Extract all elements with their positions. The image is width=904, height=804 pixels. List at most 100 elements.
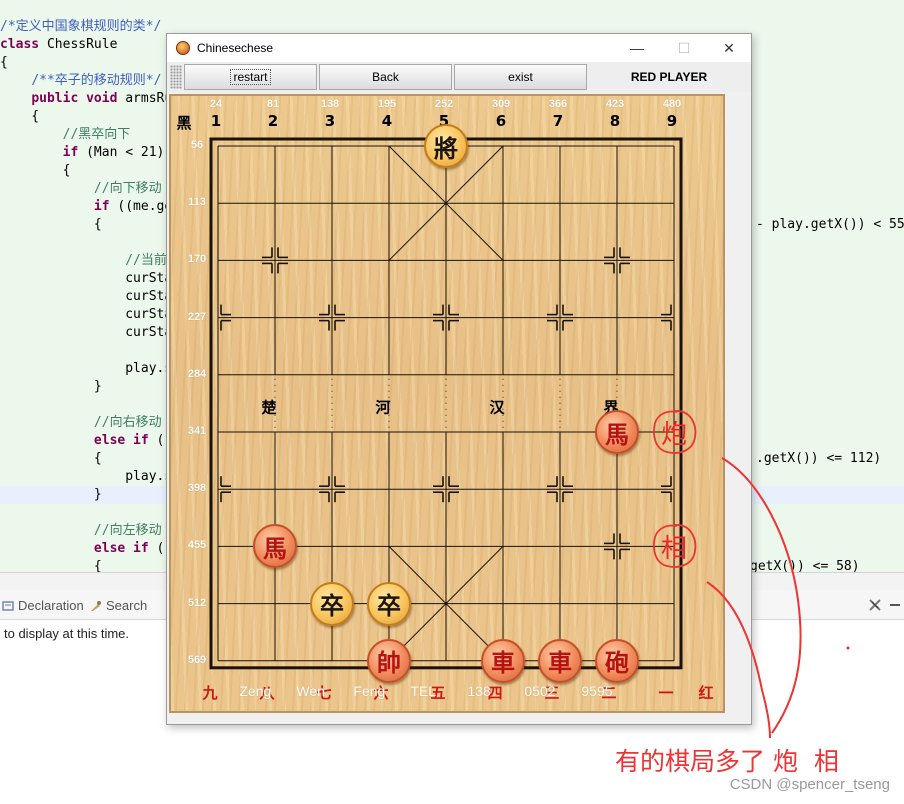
- chess-window[interactable]: Chinesechese — ☐ ✕ restart Back exist RE…: [166, 33, 752, 725]
- code-line-tail: .getX()) <= 112): [756, 451, 882, 466]
- tab-search-label: Search: [106, 598, 148, 613]
- code-token: {: [0, 217, 102, 232]
- chess-piece[interactable]: 帥: [367, 638, 411, 683]
- close-button[interactable]: ✕: [714, 38, 744, 58]
- board-footer-text: 0502: [524, 683, 556, 699]
- declaration-icon: [2, 600, 14, 612]
- tab-declaration-label: Declaration: [18, 598, 84, 613]
- left-coordinate-label: 227: [187, 310, 207, 323]
- code-token: else if: [93, 433, 157, 448]
- code-line: curSta: [0, 270, 172, 288]
- back-button[interactable]: Back: [319, 64, 452, 90]
- river-character: 汉: [489, 398, 505, 417]
- board-grid: [209, 137, 683, 670]
- left-coordinate-label: 113: [188, 196, 206, 209]
- code-line: else if (: [0, 540, 164, 558]
- restart-button[interactable]: restart: [184, 64, 317, 90]
- chess-board[interactable]: 24 81 138 195 252 309 366 423 480 1 2 3 4 5 6 7 8 9 黑 56 113…: [169, 94, 725, 713]
- minimize-button[interactable]: —: [622, 38, 652, 58]
- code-line: //黑卒向下: [0, 126, 131, 144]
- maximize-button[interactable]: ☐: [669, 38, 699, 58]
- code-line: curSta: [0, 324, 172, 342]
- toolbar-grip-icon[interactable]: [170, 65, 182, 89]
- piece-label: 帥: [377, 648, 401, 678]
- chess-piece[interactable]: 炮: [652, 410, 697, 454]
- chess-piece[interactable]: 馬: [253, 524, 297, 569]
- code-token: {: [0, 109, 40, 124]
- chess-piece[interactable]: 砲: [595, 638, 639, 683]
- chess-piece[interactable]: 卒: [310, 581, 354, 626]
- code-token: /*定义中国象棋规则的类*/: [0, 19, 162, 34]
- column-number-red: 九: [202, 684, 218, 702]
- remove-all-icon[interactable]: [868, 598, 882, 612]
- chess-piece[interactable]: 相: [652, 524, 697, 569]
- board-footer-text: Wen: [296, 683, 325, 699]
- chess-piece[interactable]: 將: [424, 124, 468, 168]
- river-character: 楚: [261, 398, 277, 417]
- code-line: /*定义中国象棋规则的类*/: [0, 18, 161, 36]
- left-coordinate-label: 398: [187, 482, 207, 495]
- code-token: curSta: [0, 325, 173, 340]
- tab-search[interactable]: Search: [90, 598, 147, 613]
- code-token: //向右移动: [93, 415, 162, 430]
- code-token: {: [0, 163, 71, 178]
- code-line: /**卒子的移动规则*/: [0, 72, 161, 90]
- code-token: play.s: [0, 469, 173, 484]
- code-token: public void: [31, 91, 126, 106]
- code-line: {: [0, 108, 39, 126]
- window-titlebar[interactable]: Chinesechese — ☐ ✕: [167, 34, 751, 62]
- piece-label: 車: [491, 648, 515, 678]
- minimize-panel-icon[interactable]: [888, 598, 902, 612]
- window-title: Chinesechese: [197, 41, 274, 55]
- top-coordinate-label: 366: [548, 98, 568, 110]
- exist-button[interactable]: exist: [454, 64, 587, 90]
- code-line: }: [0, 378, 102, 396]
- code-line: else if (: [0, 432, 164, 450]
- code-line: //当前: [0, 252, 167, 270]
- top-coordinate-label: 480: [662, 98, 682, 110]
- csdn-watermark: CSDN @spencer_tseng: [729, 776, 890, 793]
- left-coordinate-label: 56: [190, 139, 204, 151]
- piece-label: 馬: [263, 533, 287, 563]
- code-line: //向右移动: [0, 414, 162, 432]
- code-token: }: [0, 487, 102, 502]
- chess-piece[interactable]: 卒: [367, 581, 411, 626]
- board-frame: 24 81 138 195 252 309 366 423 480 1 2 3 4 5 6 7 8 9 黑 56 113…: [168, 94, 725, 714]
- piece-label: 炮: [660, 419, 687, 450]
- chess-piece[interactable]: 車: [538, 638, 582, 683]
- chess-piece[interactable]: 馬: [595, 410, 639, 454]
- column-number: 6: [495, 112, 507, 130]
- search-icon: [90, 600, 102, 612]
- column-number: 1: [210, 112, 222, 130]
- code-line: //向下移动: [0, 180, 162, 198]
- code-token: curSta: [0, 289, 173, 304]
- code-line: {: [0, 162, 71, 180]
- code-line: {: [0, 450, 102, 468]
- code-line: //向左移动: [0, 522, 162, 540]
- piece-label: 卒: [320, 591, 344, 621]
- column-number: 7: [552, 112, 564, 130]
- chess-piece[interactable]: 車: [481, 638, 525, 683]
- code-token: //当前: [125, 253, 167, 268]
- panel-message: to display at this time.: [4, 626, 129, 641]
- column-number: 4: [381, 112, 393, 130]
- annotation-caption: 有的棋局多了 炮 相: [615, 747, 839, 776]
- code-token: ((me.ge: [117, 199, 173, 214]
- top-coordinate-label: 252: [434, 98, 454, 110]
- piece-label: 砲: [605, 648, 629, 678]
- code-line: if ((me.ge: [0, 198, 172, 216]
- column-number: 3: [324, 112, 336, 130]
- code-token: (: [156, 541, 165, 556]
- tab-declaration[interactable]: Declaration: [2, 598, 84, 613]
- board-footer-text: Feng: [353, 683, 386, 699]
- left-coordinate-label: 569: [187, 653, 207, 666]
- code-line: }: [0, 486, 102, 504]
- column-number: 2: [267, 112, 279, 130]
